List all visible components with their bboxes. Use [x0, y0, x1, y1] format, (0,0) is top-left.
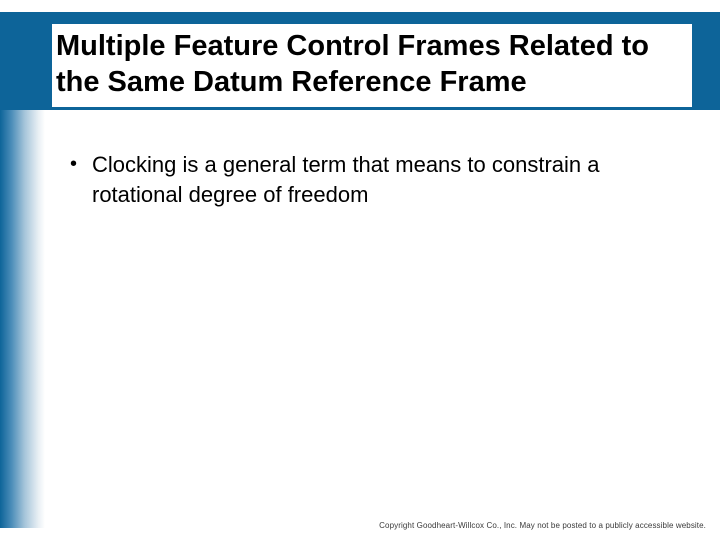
- copyright-footer: Copyright Goodheart-Willcox Co., Inc. Ma…: [379, 521, 706, 530]
- bullet-item: • Clocking is a general term that means …: [70, 150, 680, 209]
- sidebar-gradient: [0, 110, 45, 528]
- slide-title: Multiple Feature Control Frames Related …: [52, 24, 692, 107]
- bullet-text: Clocking is a general term that means to…: [92, 150, 680, 209]
- bullet-marker: •: [70, 150, 92, 179]
- content-area: • Clocking is a general term that means …: [70, 150, 680, 209]
